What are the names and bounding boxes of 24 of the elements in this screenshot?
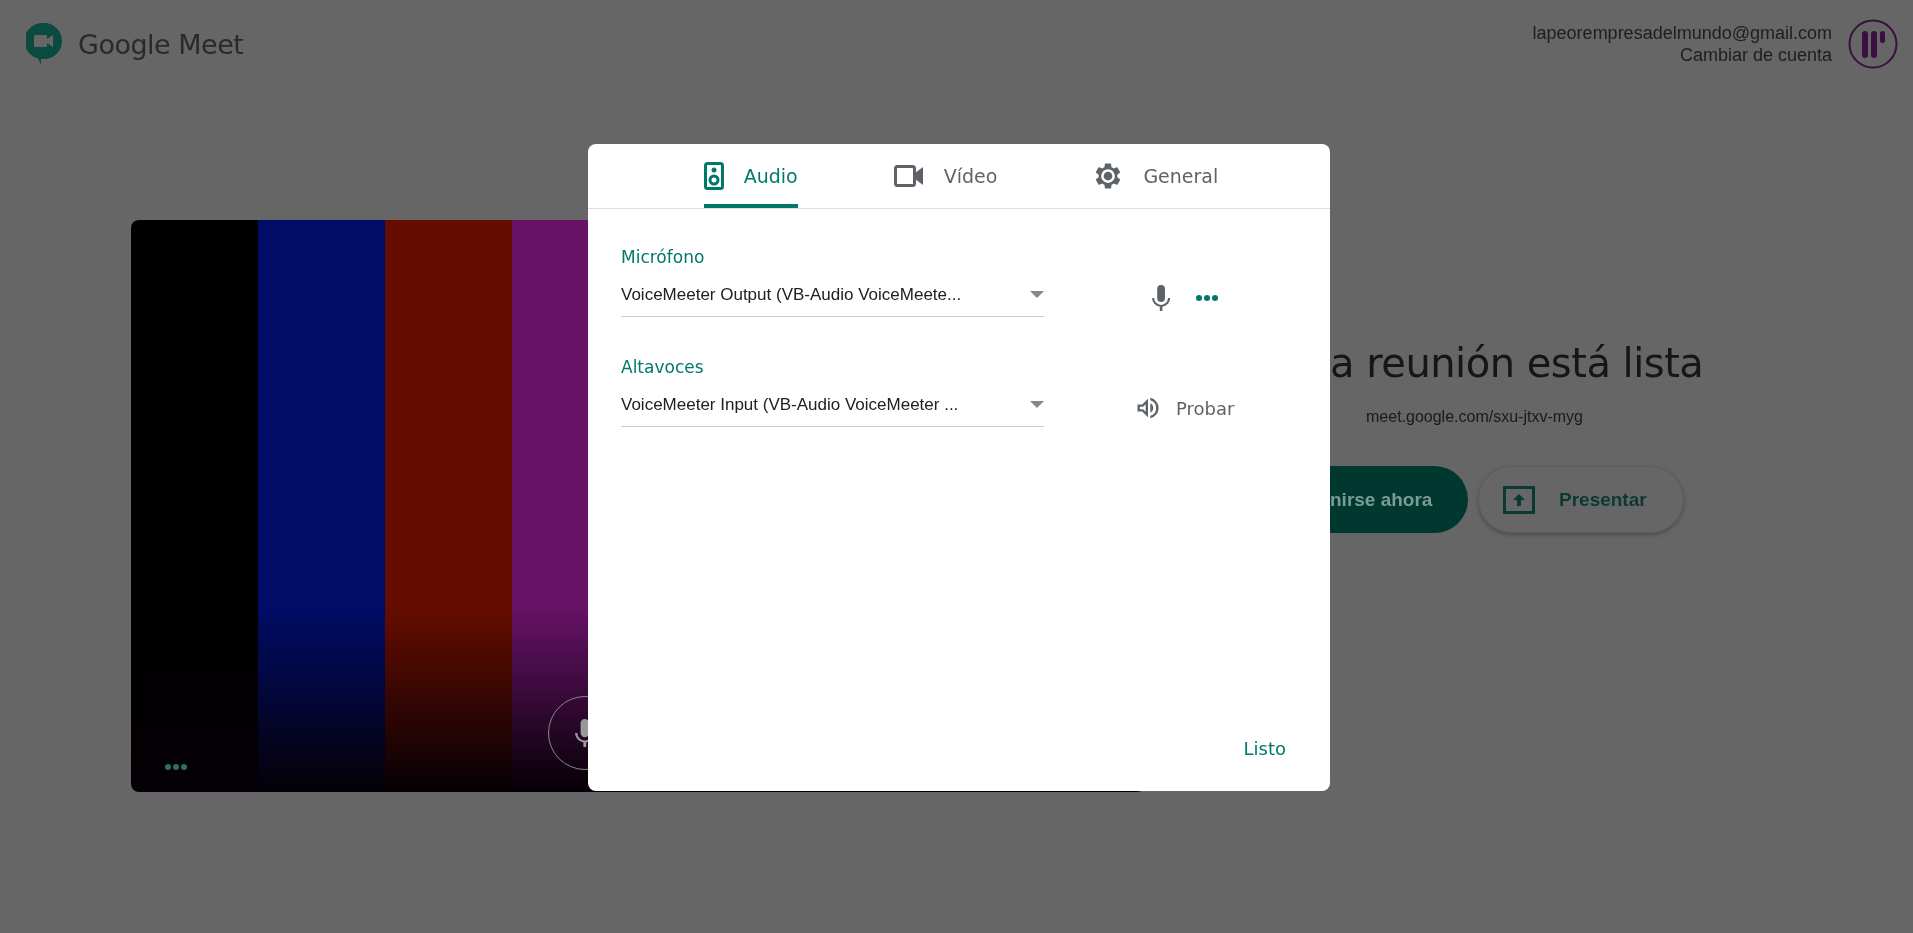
avatar-icon[interactable] bbox=[1848, 19, 1898, 69]
account-email: lapeorempresadelmundo@gmail.com bbox=[1532, 22, 1832, 44]
speaker-icon bbox=[703, 162, 724, 190]
device-label: Micrófono bbox=[621, 247, 706, 267]
settings-tab[interactable]: General bbox=[1093, 144, 1219, 208]
device-select[interactable]: VoiceMeeter Output (VB-Audio VoiceMeete... bbox=[621, 279, 1044, 317]
more-icon bbox=[165, 764, 187, 770]
test-speaker-button[interactable]: Probar bbox=[1134, 394, 1235, 422]
brand-name: Google Meet bbox=[78, 28, 244, 60]
more-icon bbox=[1196, 295, 1219, 301]
present-screen-icon bbox=[1503, 485, 1535, 514]
more-options-button[interactable] bbox=[165, 764, 187, 770]
settings-tab[interactable]: Audio bbox=[703, 144, 798, 208]
microphone-icon bbox=[1152, 285, 1171, 311]
video-camera-icon bbox=[893, 165, 924, 187]
device-label: Altavoces bbox=[621, 357, 705, 377]
dropdown-caret-icon bbox=[1030, 291, 1044, 298]
device-select[interactable]: VoiceMeeter Input (VB-Audio VoiceMeeter ... bbox=[621, 389, 1044, 427]
meeting-ready-heading: a reunión está lista bbox=[1330, 340, 1704, 386]
dropdown-caret-icon bbox=[1030, 401, 1044, 408]
meet-logo-icon bbox=[26, 23, 62, 65]
done-button[interactable]: Listo bbox=[1243, 738, 1286, 759]
settings-tab[interactable]: Vídeo bbox=[893, 144, 998, 208]
join-button[interactable]: nirse ahora bbox=[1330, 466, 1468, 533]
